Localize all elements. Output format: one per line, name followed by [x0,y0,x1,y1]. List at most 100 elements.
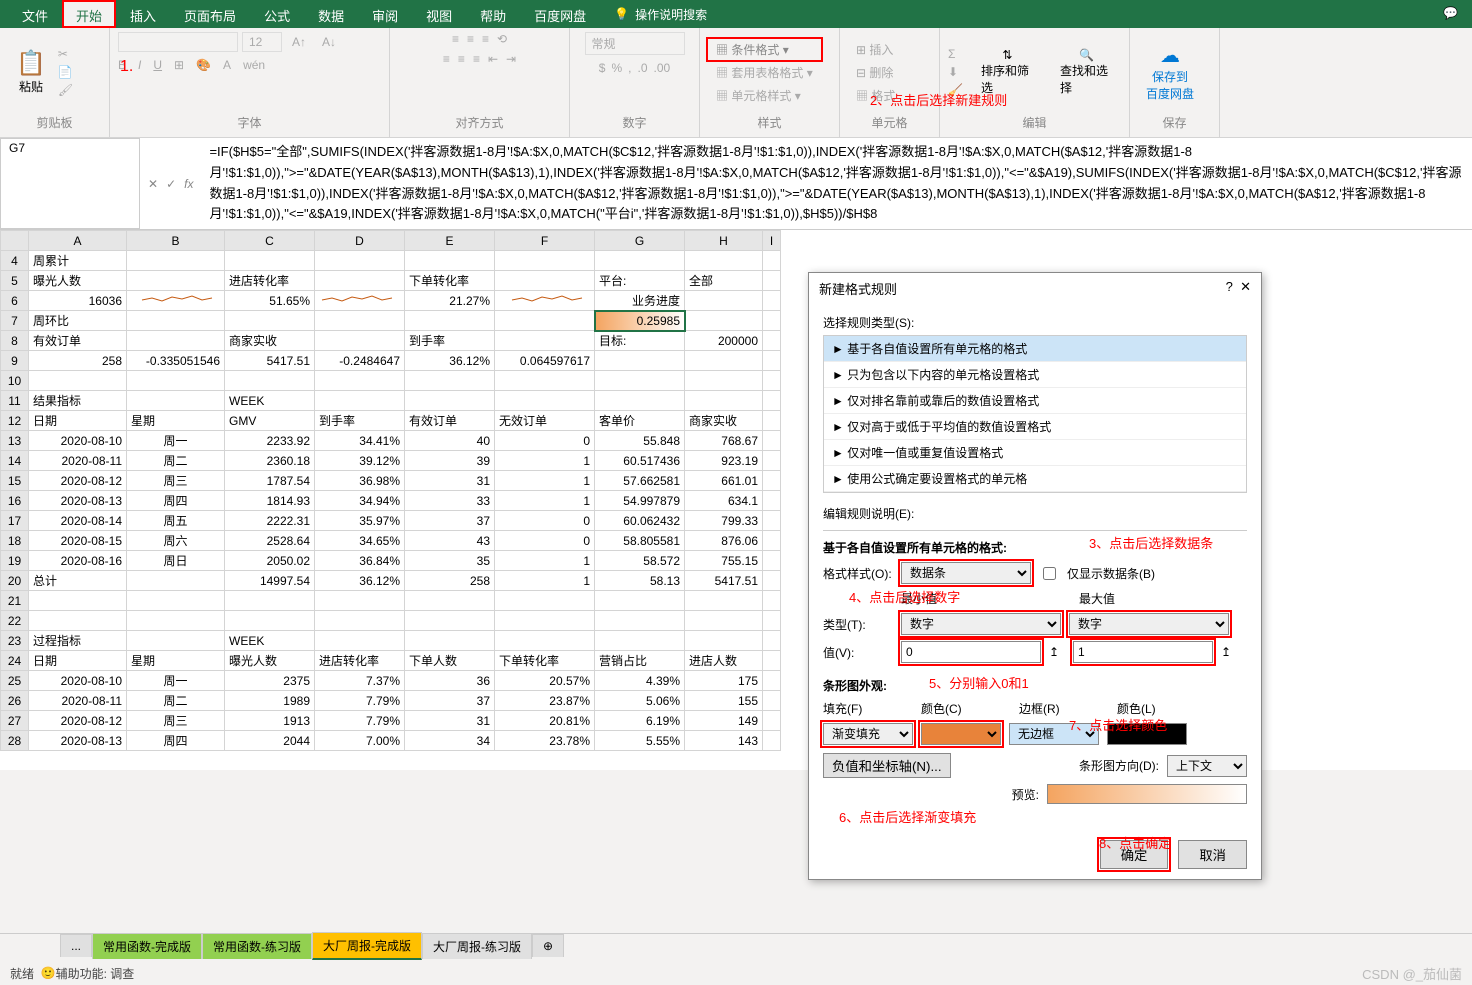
cell[interactable]: 周三 [127,471,225,491]
help-icon[interactable]: ? [1226,279,1233,294]
row-header[interactable]: 25 [1,671,29,691]
cell[interactable]: 有效订单 [29,331,127,351]
sheet-tab[interactable]: 大厂周报-完成版 [312,932,422,960]
cell[interactable]: 2020-08-11 [29,691,127,711]
menu-file[interactable]: 文件 [8,0,62,28]
cell[interactable] [595,631,685,651]
cell[interactable] [763,391,781,411]
cell[interactable] [685,291,763,311]
cell[interactable] [127,571,225,591]
cell[interactable]: 0 [495,531,595,551]
cell[interactable] [685,371,763,391]
cell[interactable]: 周四 [127,491,225,511]
cell[interactable]: WEEK [225,631,315,651]
cell[interactable] [127,591,225,611]
cell-styles-button[interactable]: ▦ 单元格样式 ▾ [708,85,821,106]
cell[interactable]: 23.87% [495,691,595,711]
cell[interactable]: 14997.54 [225,571,315,591]
cell[interactable]: 商家实收 [225,331,315,351]
cell[interactable]: 日期 [29,411,127,431]
cell[interactable]: 39.12% [315,451,405,471]
row-header[interactable]: 28 [1,731,29,751]
cell[interactable]: 923.19 [685,451,763,471]
cell[interactable] [595,351,685,371]
cell[interactable] [685,311,763,331]
cell[interactable] [763,291,781,311]
cell[interactable]: 2020-08-10 [29,671,127,691]
cell[interactable] [763,331,781,351]
cell[interactable]: 876.06 [685,531,763,551]
cell[interactable] [595,611,685,631]
menu-home[interactable]: 开始 [62,0,116,28]
cell[interactable]: 商家实收 [685,411,763,431]
cell[interactable] [763,551,781,571]
cell[interactable] [763,531,781,551]
cell[interactable] [225,591,315,611]
formula-bar[interactable]: =IF($H$5="全部",SUMIFS(INDEX('拌客源数据1-8月'!$… [201,138,1472,229]
cell[interactable]: 2222.31 [225,511,315,531]
cell[interactable] [763,691,781,711]
cell[interactable] [29,611,127,631]
row-header[interactable]: 27 [1,711,29,731]
cell[interactable]: 36.12% [405,351,495,371]
row-header[interactable]: 21 [1,591,29,611]
row-header[interactable]: 13 [1,431,29,451]
cell[interactable] [315,271,405,291]
cell[interactable]: 1 [495,471,595,491]
cell[interactable]: 下单转化率 [405,271,495,291]
cell[interactable]: 7.00% [315,731,405,751]
copy-icon[interactable]: 📄 [58,65,73,79]
cell[interactable]: 2375 [225,671,315,691]
cell[interactable]: 1 [495,571,595,591]
col-header-G[interactable]: G [595,231,685,251]
cell[interactable]: 175 [685,671,763,691]
cell[interactable]: 155 [685,691,763,711]
menu-formula[interactable]: 公式 [250,0,304,28]
fx-icon[interactable]: fx [184,177,193,191]
rule-option[interactable]: ► 仅对高于或低于平均值的数值设置格式 [824,414,1246,440]
cell[interactable]: 755.15 [685,551,763,571]
paste-button[interactable]: 📋 粘贴 [8,45,54,99]
cell[interactable]: 2020-08-15 [29,531,127,551]
cell[interactable]: -0.335051546 [127,351,225,371]
cell[interactable] [763,451,781,471]
row-header[interactable]: 20 [1,571,29,591]
cell[interactable]: 2050.02 [225,551,315,571]
cancel-button[interactable]: 取消 [1178,840,1247,869]
close-icon[interactable]: ✕ [1240,279,1251,294]
cell[interactable] [127,371,225,391]
row-header[interactable]: 19 [1,551,29,571]
conditional-format-button[interactable]: ▦ 条件格式 ▾ [708,39,821,60]
cell[interactable]: -0.2484647 [315,351,405,371]
format-painter-icon[interactable]: 🖌 [58,83,73,97]
cell[interactable]: 客单价 [595,411,685,431]
menu-review[interactable]: 审阅 [358,0,412,28]
cell[interactable]: 周一 [127,671,225,691]
row-header[interactable]: 12 [1,411,29,431]
row-header[interactable]: 24 [1,651,29,671]
cell[interactable]: 周二 [127,451,225,471]
cell[interactable]: 曝光人数 [225,651,315,671]
menu-help[interactable]: 帮助 [466,0,520,28]
cell[interactable] [225,251,315,271]
cell[interactable] [763,591,781,611]
cell[interactable] [127,291,225,311]
cell[interactable] [763,731,781,751]
cell[interactable]: 总计 [29,571,127,591]
col-header-F[interactable]: F [495,231,595,251]
cell[interactable] [315,391,405,411]
rule-option[interactable]: ► 只为包含以下内容的单元格设置格式 [824,362,1246,388]
cell[interactable] [595,391,685,411]
cell[interactable]: 2020-08-16 [29,551,127,571]
cell[interactable]: 到手率 [315,411,405,431]
name-box[interactable]: G7 [0,138,140,229]
rule-type-list[interactable]: ► 基于各自值设置所有单元格的格式► 只为包含以下内容的单元格设置格式► 仅对排… [823,335,1247,493]
cell[interactable] [763,491,781,511]
cell[interactable]: 2020-08-13 [29,491,127,511]
cell[interactable]: 周环比 [29,311,127,331]
cell[interactable]: 34.65% [315,531,405,551]
cell[interactable] [405,391,495,411]
cell[interactable]: 无效订单 [495,411,595,431]
col-header-B[interactable]: B [127,231,225,251]
cell[interactable]: 799.33 [685,511,763,531]
